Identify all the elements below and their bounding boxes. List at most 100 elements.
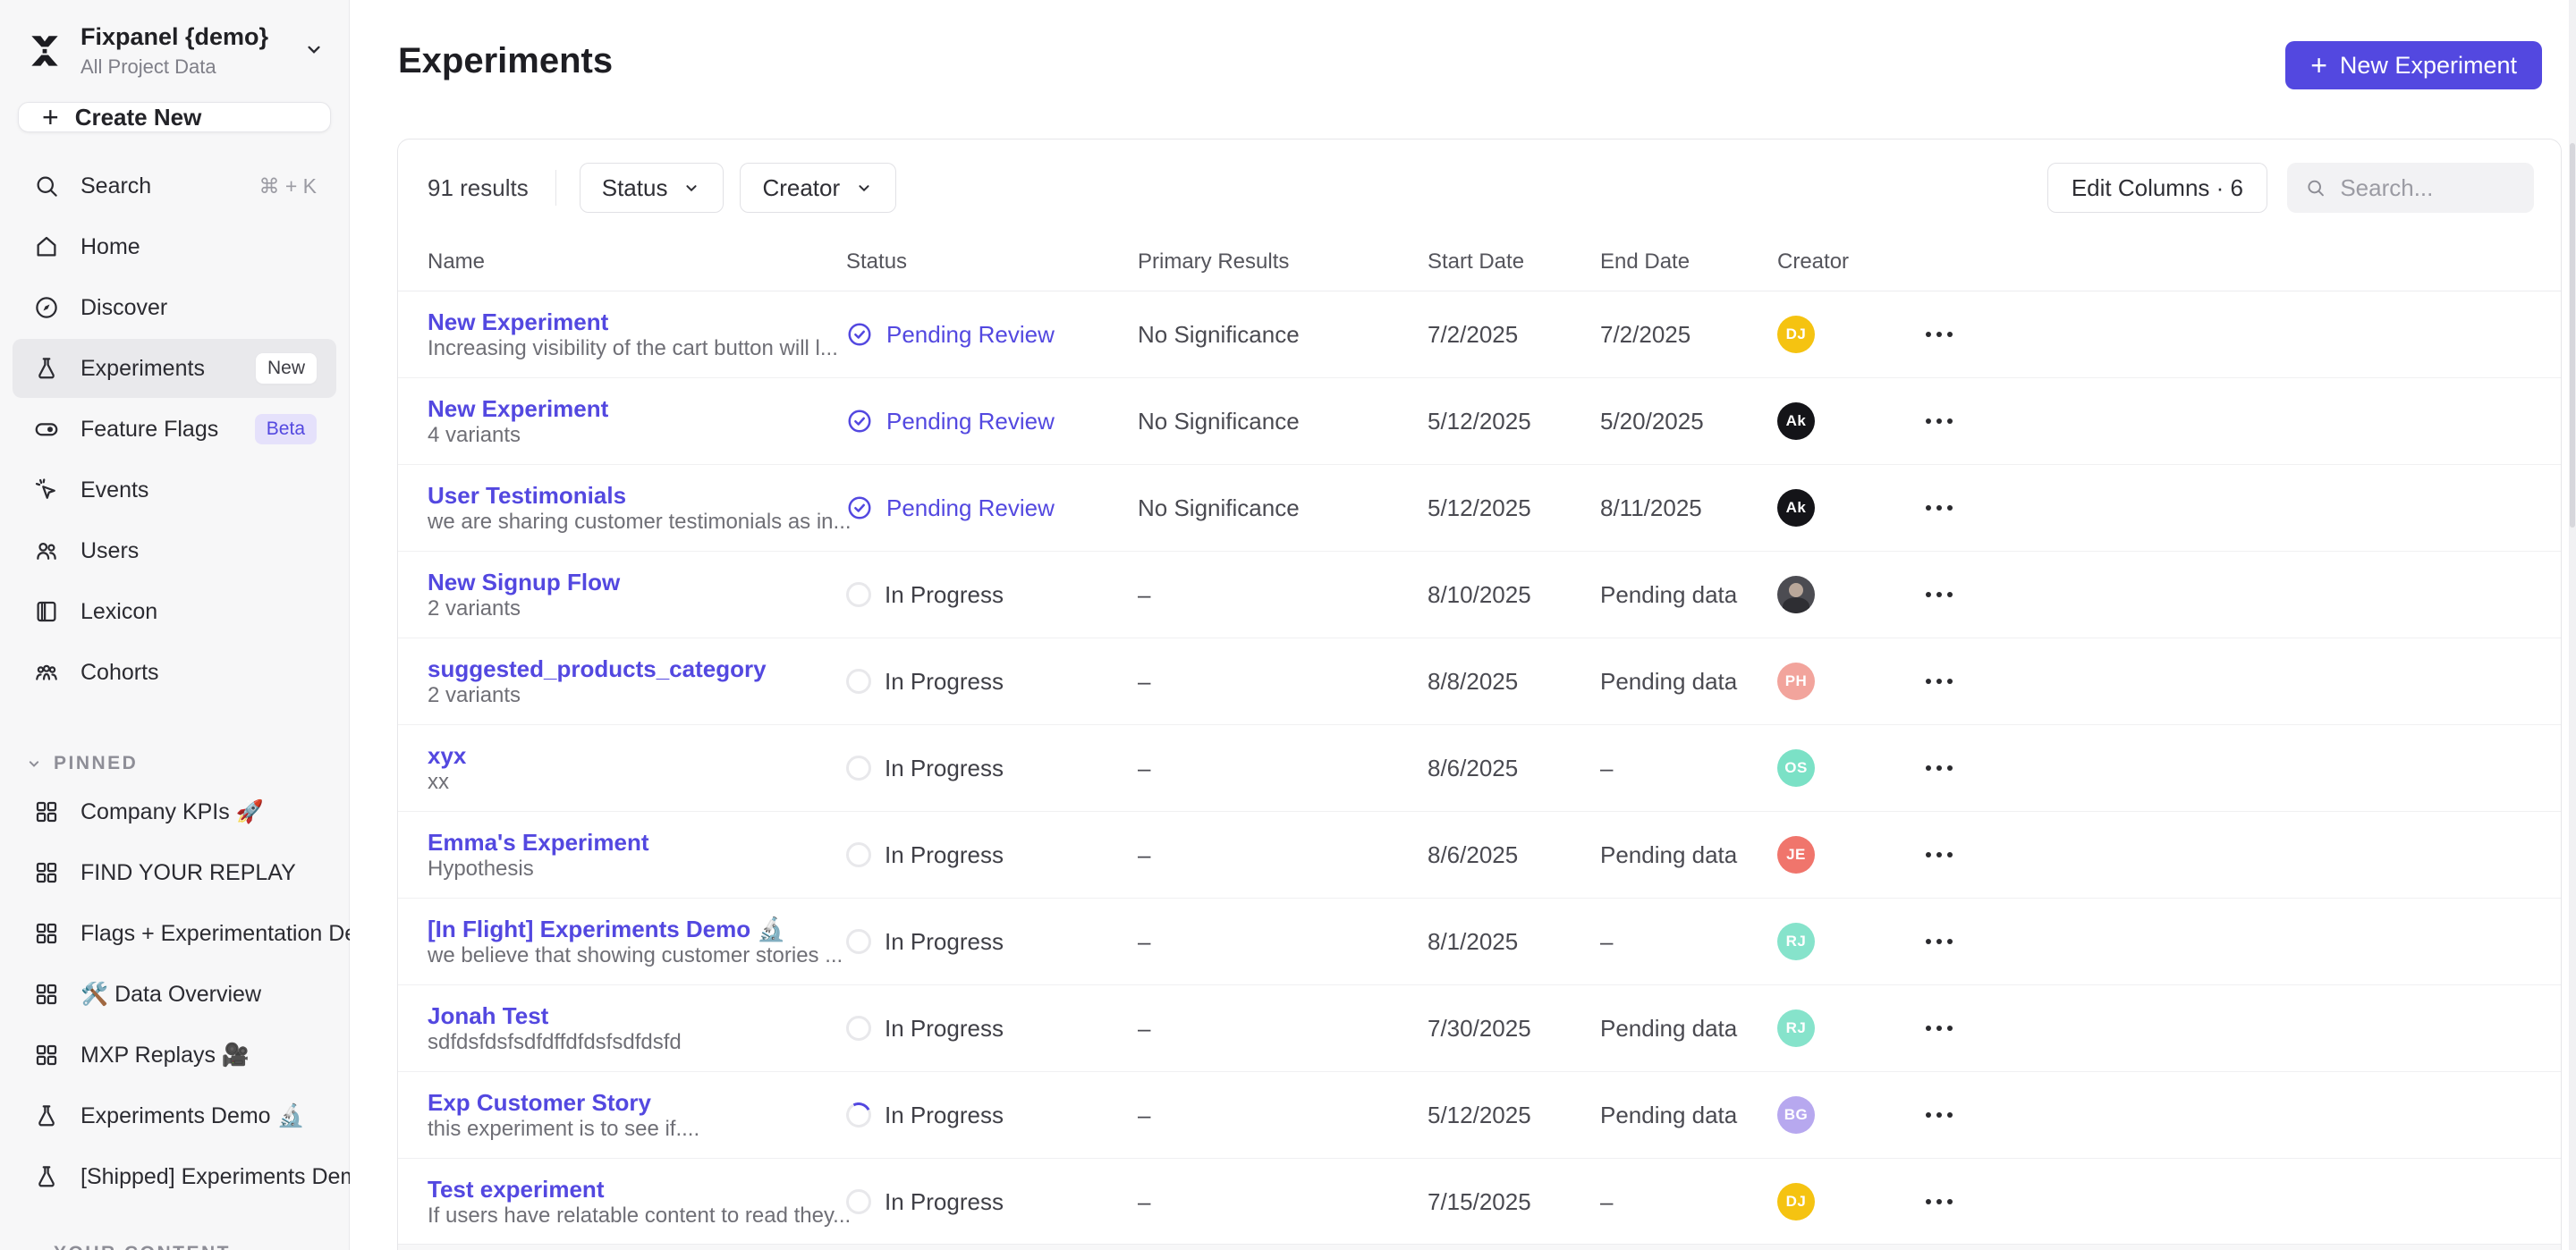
table-row[interactable]: New Experiment 4 variants Pending Review… <box>398 378 2561 465</box>
experiment-name-link[interactable]: New Experiment <box>428 395 814 423</box>
sidebar-item-events[interactable]: Events <box>13 460 336 519</box>
sidebar-item-data-overview[interactable]: 🛠️ Data Overview <box>13 965 336 1024</box>
create-new-button[interactable]: + Create New <box>18 102 331 132</box>
sidebar-item-company-kpis[interactable]: Company KPIs 🚀 <box>13 782 336 841</box>
column-header-creator[interactable]: Creator <box>1777 249 1915 274</box>
sidebar-item-shipped-experiments-demo[interactable]: [Shipped] Experiments Demo 🖊️ <box>13 1147 336 1206</box>
cohorts-icon <box>32 658 61 687</box>
experiment-name-link[interactable]: Exp Customer Story <box>428 1089 814 1117</box>
sidebar-item-experiments[interactable]: ExperimentsNew <box>13 339 336 398</box>
sidebar-item-flags-experimentation-demo[interactable]: Flags + Experimentation Demo , <box>13 904 336 963</box>
project-name: All Project Data <box>80 55 268 79</box>
workspace-switcher[interactable]: Fixpanel {demo} All Project Data <box>0 0 349 95</box>
sidebar-item-label: Feature Flags <box>80 417 218 443</box>
primary-results-cell: – <box>1138 1102 1428 1129</box>
pinned-section-label[interactable]: PINNED <box>25 753 324 774</box>
experiment-name-link[interactable]: suggested_products_category <box>428 655 814 683</box>
chevron-down-icon <box>854 178 874 198</box>
row-actions-menu[interactable] <box>1926 765 1979 771</box>
your-content-section-label[interactable]: YOUR CONTENT <box>25 1243 324 1250</box>
table-row[interactable]: suggested_products_category 2 variants I… <box>398 638 2561 725</box>
sidebar-item-label: Events <box>80 477 148 503</box>
row-actions-menu[interactable] <box>1926 1112 1979 1118</box>
table-row[interactable]: New Signup Flow 2 variants In Progress –… <box>398 552 2561 638</box>
search-input[interactable] <box>2340 174 2516 202</box>
sidebar-item-home[interactable]: Home <box>13 217 336 276</box>
start-date-cell: 7/15/2025 <box>1428 1188 1600 1216</box>
table-row[interactable]: Test experiment If users have relatable … <box>398 1159 2561 1246</box>
sidebar-item-discover[interactable]: Discover <box>13 278 336 337</box>
in-progress-spinner-icon <box>846 582 871 607</box>
in-progress-spinner-icon <box>846 669 871 694</box>
start-date-cell: 8/10/2025 <box>1428 581 1600 609</box>
end-date-cell: Pending data <box>1600 841 1777 869</box>
filter-chip-creator[interactable]: Creator <box>740 163 896 213</box>
experiment-name-cell: New Signup Flow 2 variants <box>428 569 846 621</box>
experiment-name-link[interactable]: Emma's Experiment <box>428 829 814 857</box>
board-icon <box>32 858 61 887</box>
table-row[interactable]: New Experiment Increasing visibility of … <box>398 291 2561 378</box>
experiment-name-cell: Test experiment If users have relatable … <box>428 1176 846 1229</box>
chevron-down-icon <box>25 1245 43 1250</box>
check-circle-icon <box>846 321 873 348</box>
row-actions-menu[interactable] <box>1926 1199 1979 1204</box>
experiment-name-link[interactable]: Jonah Test <box>428 1002 814 1030</box>
end-date-cell: 7/2/2025 <box>1600 321 1777 349</box>
column-header-end-date[interactable]: End Date <box>1600 249 1777 274</box>
row-actions-menu[interactable] <box>1926 1026 1979 1031</box>
sidebar-item-search[interactable]: Search⌘ + K <box>13 156 336 215</box>
column-header-name[interactable]: Name <box>428 249 846 274</box>
creator-cell <box>1777 576 1915 613</box>
workspace-text: Fixpanel {demo} All Project Data <box>80 23 268 79</box>
page-header: Experiments + New Experiment <box>350 0 2576 89</box>
column-header-primary-results[interactable]: Primary Results <box>1138 249 1428 274</box>
chevron-down-icon <box>25 755 43 773</box>
row-actions-menu[interactable] <box>1926 332 1979 337</box>
start-date-cell: 5/12/2025 <box>1428 408 1600 435</box>
table-row[interactable]: User Testimonials we are sharing custome… <box>398 465 2561 552</box>
creator-cell: RJ <box>1777 923 1915 960</box>
row-actions-menu[interactable] <box>1926 852 1979 857</box>
in-progress-spinner-icon <box>846 1189 871 1214</box>
table-row[interactable]: [In Flight] Experiments Demo 🔬 we believ… <box>398 899 2561 985</box>
table-row[interactable]: Jonah Test sdfdsfdsfsdfdffdfdsfsdfdsfd I… <box>398 985 2561 1072</box>
experiment-name-link[interactable]: New Signup Flow <box>428 569 814 596</box>
column-header-status[interactable]: Status <box>846 249 1138 274</box>
filter-chip-status[interactable]: Status <box>580 163 724 213</box>
experiment-name-cell: suggested_products_category 2 variants <box>428 655 846 708</box>
flask-icon <box>32 354 61 383</box>
experiment-name-link[interactable]: [In Flight] Experiments Demo 🔬 <box>428 916 814 943</box>
chevron-down-icon <box>682 178 701 198</box>
sidebar-item-lexicon[interactable]: Lexicon <box>13 582 336 641</box>
primary-results-cell: – <box>1138 1015 1428 1043</box>
new-experiment-button[interactable]: + New Experiment <box>2285 41 2542 89</box>
column-header-start-date[interactable]: Start Date <box>1428 249 1600 274</box>
sidebar-item-users[interactable]: Users <box>13 521 336 580</box>
end-date-cell: – <box>1600 928 1777 956</box>
edit-columns-button[interactable]: Edit Columns · 6 <box>2047 163 2267 213</box>
sidebar-item-experiments-demo[interactable]: Experiments Demo 🔬 <box>13 1086 336 1145</box>
row-actions-menu[interactable] <box>1926 679 1979 684</box>
experiment-name-link[interactable]: Test experiment <box>428 1176 814 1204</box>
status-cell: In Progress <box>846 755 1138 782</box>
row-actions-menu[interactable] <box>1926 418 1979 424</box>
sidebar-item-mxp-replays[interactable]: MXP Replays 🎥 <box>13 1026 336 1085</box>
experiment-name-link[interactable]: User Testimonials <box>428 482 814 510</box>
experiment-subtitle: sdfdsfdsfsdfdffdfdsfsdfdsfd <box>428 1030 682 1054</box>
sidebar-item-cohorts[interactable]: Cohorts <box>13 643 336 702</box>
sidebar-item-find-your-replay[interactable]: FIND YOUR REPLAY <box>13 843 336 902</box>
discover-icon <box>32 293 61 322</box>
start-date-cell: 8/1/2025 <box>1428 928 1600 956</box>
row-actions-menu[interactable] <box>1926 592 1979 597</box>
row-actions-menu[interactable] <box>1926 505 1979 511</box>
table-row[interactable]: xyx xx In Progress – 8/6/2025 – OS <box>398 725 2561 812</box>
scrollbar-thumb[interactable] <box>2570 143 2575 528</box>
row-actions-menu[interactable] <box>1926 939 1979 944</box>
start-date-cell: 7/30/2025 <box>1428 1015 1600 1043</box>
table-row[interactable]: Exp Customer Story this experiment is to… <box>398 1072 2561 1159</box>
sidebar-item-feature-flags[interactable]: Feature FlagsBeta <box>13 400 336 459</box>
experiment-name-link[interactable]: New Experiment <box>428 308 814 336</box>
experiment-name-link[interactable]: xyx <box>428 742 814 770</box>
table-row[interactable]: Emma's Experiment Hypothesis In Progress… <box>398 812 2561 899</box>
create-new-label: Create New <box>75 104 202 131</box>
